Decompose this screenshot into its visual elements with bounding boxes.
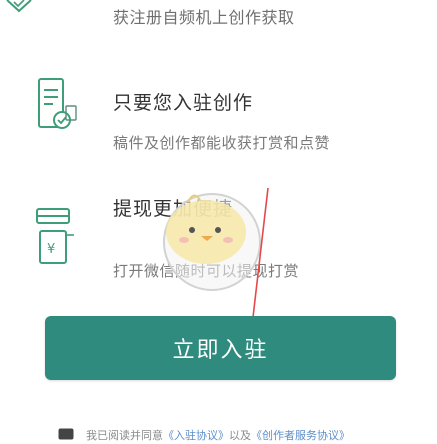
join-now-button[interactable]: 立即入驻 [45,316,396,380]
checkbox-icon[interactable] [58,428,74,440]
yuan-symbol: ¥ [47,242,55,257]
feature-text-register: 获注册自频机上创作获取 [113,8,295,27]
agreement-link-join[interactable]: 《入驻协议》 [163,429,229,442]
feature-subtitle-join: 稿件及创作都能收获打赏和点赞 [113,134,331,152]
agreement-link-service[interactable]: 《创作者服务协议》 [251,429,350,442]
wallet-yuan-icon: ¥ [36,208,74,264]
document-check-icon [38,78,77,129]
agreement-prefix: 我已阅读并同意 [86,429,163,442]
badge-check-icon [6,0,32,13]
feature-title-join: 只要您入驻创作 [113,92,254,114]
agreement-middle: 以及 [229,429,251,442]
agreement-text: 我已阅读并同意《入驻协议》以及《创作者服务协议》 [86,427,350,443]
